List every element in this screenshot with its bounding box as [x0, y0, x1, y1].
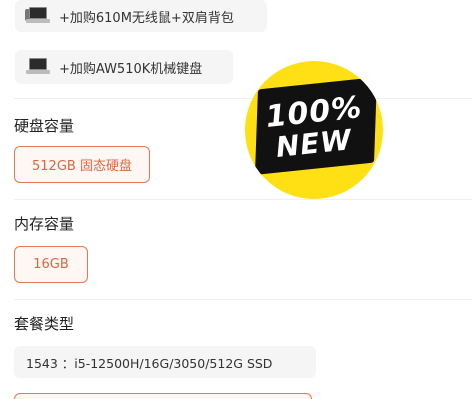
divider: [14, 199, 472, 200]
divider: [14, 98, 472, 99]
storage-option-512gb-ssd[interactable]: 512GB 固态硬盘: [14, 146, 150, 183]
package-option[interactable]: 1543 ：i5-12500H/16G/3050/512G SSD: [14, 346, 316, 378]
next-option-button-partial[interactable]: [14, 393, 312, 399]
new-badge-sticker: 100% NEW: [245, 61, 383, 199]
laptop-bundle-icon: [25, 6, 51, 26]
addon-label: +加购AW510K机械键盘: [59, 61, 203, 77]
memory-option-16gb[interactable]: 16GB: [14, 246, 88, 283]
laptop-keyboard-icon: [25, 57, 51, 77]
storage-section-title: 硬盘容量: [14, 117, 75, 135]
memory-section-title: 内存容量: [14, 215, 75, 233]
addon-option-mouse-backpack[interactable]: +加购610M无线鼠+双肩背包: [15, 0, 267, 32]
package-section-title: 套餐类型: [14, 315, 75, 333]
divider: [14, 299, 472, 300]
addon-label: +加购610M无线鼠+双肩背包: [59, 10, 234, 26]
addon-option-keyboard[interactable]: +加购AW510K机械键盘: [15, 50, 233, 84]
